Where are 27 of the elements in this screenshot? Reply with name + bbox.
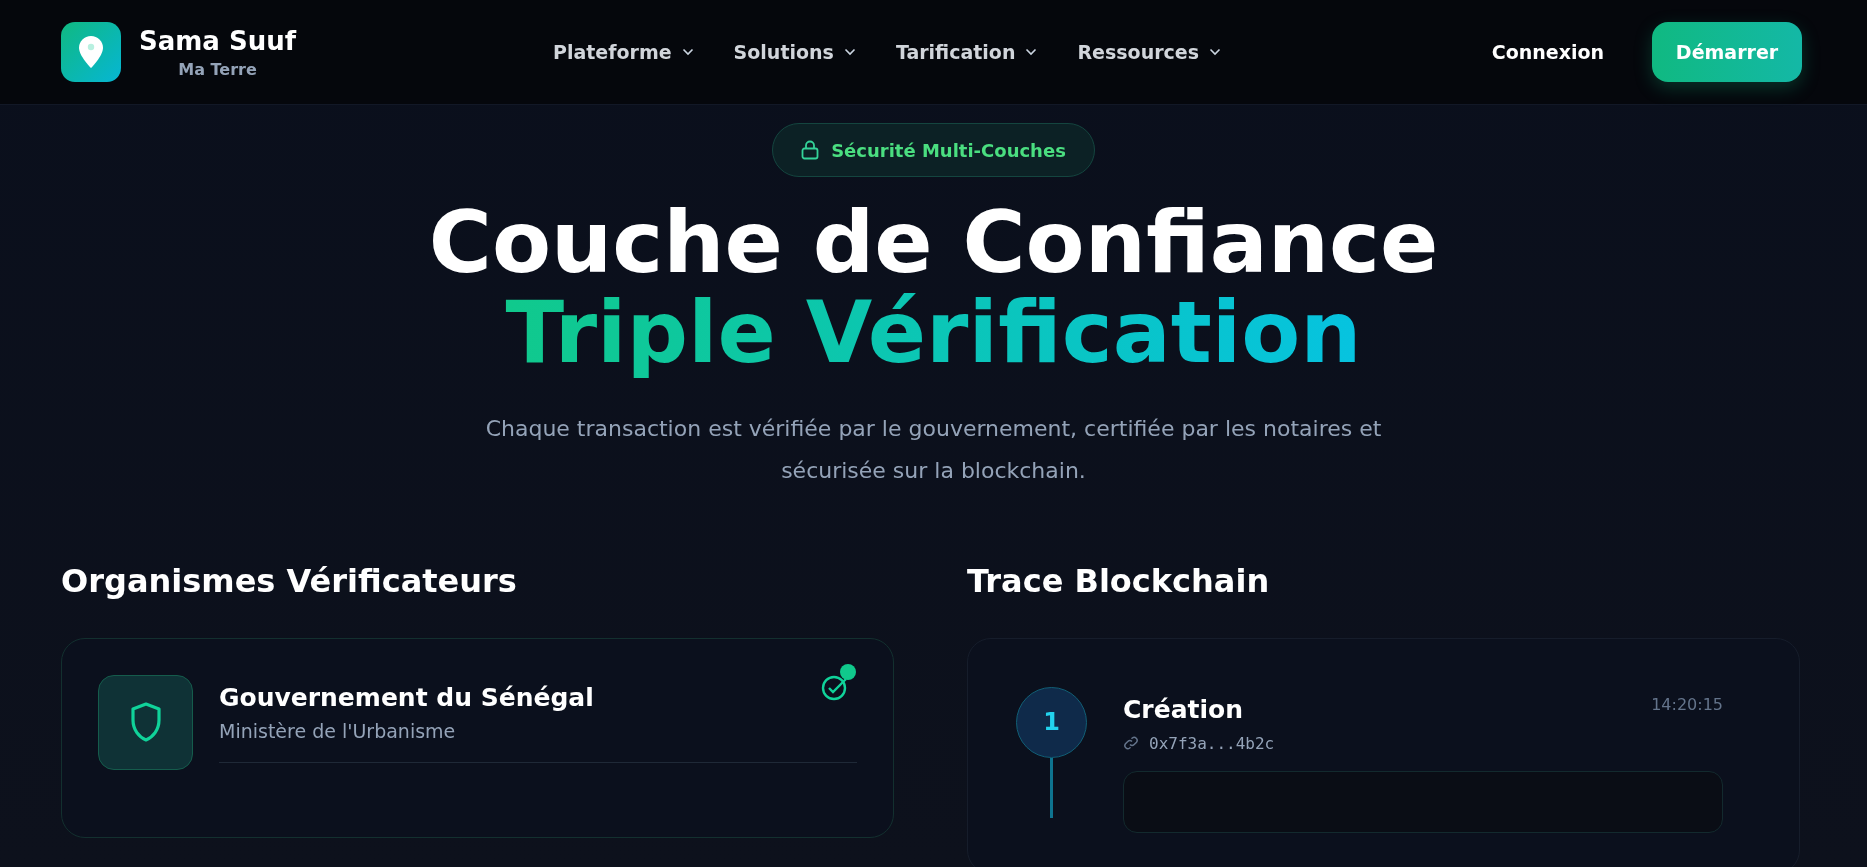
login-link[interactable]: Connexion [1491,41,1604,63]
nav-menu-item[interactable]: Plateforme [553,41,694,63]
nav-menu-item[interactable]: Ressources [1077,41,1221,63]
step-number: 1 [1016,686,1087,758]
step-time: 14:20:15 [1651,694,1723,714]
hero-title: Couche de Confiance [428,197,1439,288]
section-heading: Organismes Vérificateurs [61,561,518,600]
lock-icon [801,140,820,160]
chevron-down-icon [843,48,856,56]
step-title: Création [1123,694,1243,724]
timeline-line [1050,757,1053,818]
nav-menu-item[interactable]: Solutions [733,41,856,63]
link-icon [1123,735,1139,752]
transaction-hash: 0x7f3a...4b2c [1149,733,1275,753]
chevron-down-icon [681,48,694,56]
verifier-department: Ministère de l'Urbanisme [219,719,457,742]
verifier-name: Gouvernement du Sénégal [219,682,595,712]
chevron-down-icon [1025,48,1038,56]
section-heading: Trace Blockchain [967,561,1271,600]
shield-icon [98,674,193,770]
brand-name: Sama Suuf [139,25,296,56]
brand-tagline: Ma Terre [178,59,257,79]
hero-subtitle: Chaque transaction est vérifiée par le gouvernement, certifiée par les notaires et sécurisée sur la blockchain. [484,414,1383,485]
map-pin-logo-icon[interactable] [61,22,121,82]
chevron-down-icon [1209,48,1221,56]
security-badge: Sécurité Multi-Couches [772,123,1095,177]
nav-menu-item[interactable]: Tarification [895,41,1038,63]
